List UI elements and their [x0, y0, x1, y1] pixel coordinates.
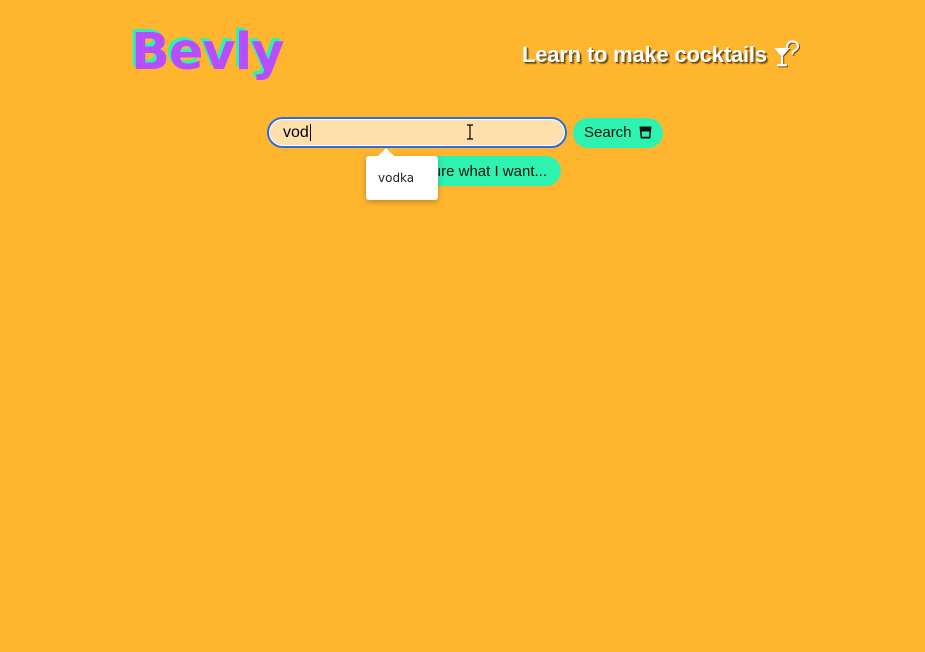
- tagline-link[interactable]: Learn to make cocktails: [522, 40, 801, 70]
- text-cursor-icon: [467, 124, 473, 140]
- search-button[interactable]: Search: [573, 117, 663, 148]
- text-caret: [309, 124, 311, 141]
- autocomplete-option-vodka[interactable]: vodka: [378, 171, 414, 185]
- search-input[interactable]: vod: [267, 117, 567, 148]
- glass-icon: [639, 126, 652, 139]
- autocomplete-dropdown: vodka: [366, 148, 438, 200]
- logo[interactable]: Bevly: [131, 27, 284, 78]
- not-sure-button-label: ure what I want...: [432, 162, 547, 180]
- search-form: vod Search: [267, 117, 663, 148]
- search-button-label: Search: [584, 124, 632, 141]
- tagline-text: Learn to make cocktails: [522, 42, 767, 67]
- search-input-value: vod: [283, 123, 309, 141]
- cocktail-question-icon: [773, 40, 799, 67]
